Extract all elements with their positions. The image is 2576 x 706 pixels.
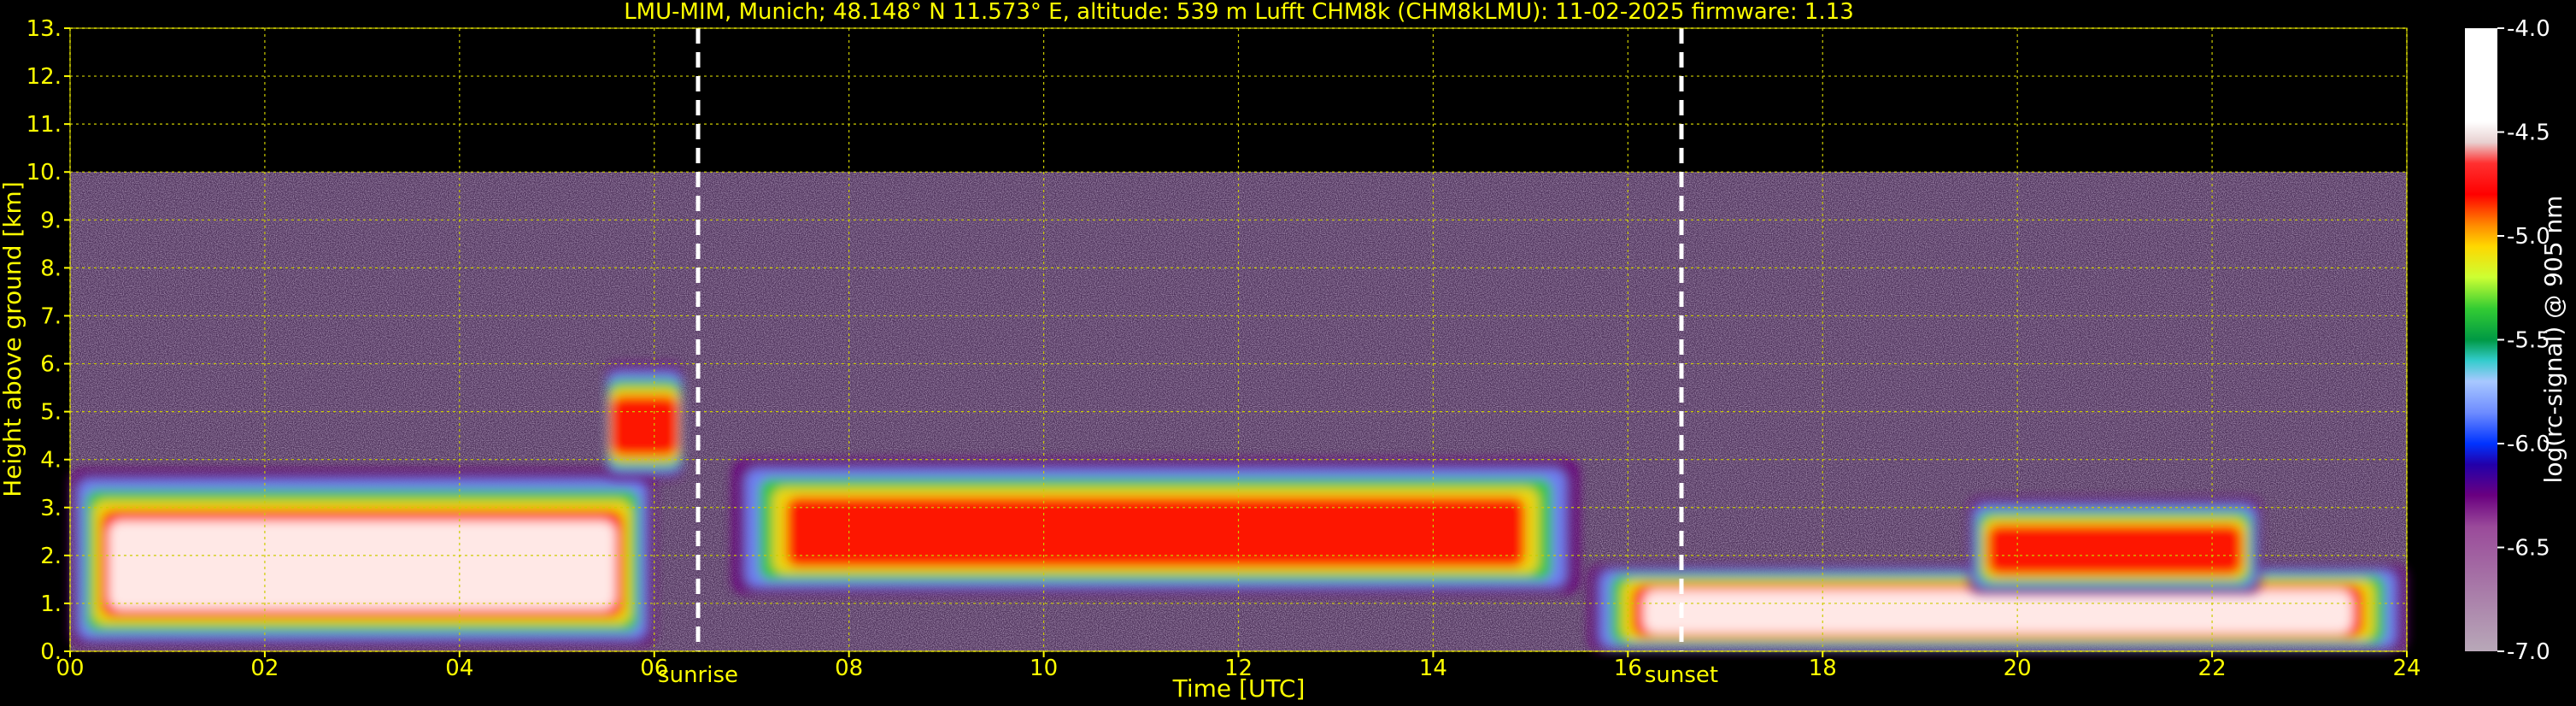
y-tick-label: 2. <box>40 544 62 569</box>
chart-title: LMU-MIM, Munich; 48.148° N 11.573° E, al… <box>624 0 1854 25</box>
annotation-label-sunrise: sunrise <box>658 662 738 688</box>
feature-band <box>1987 524 2243 575</box>
x-tick-label: 24 <box>2392 656 2421 681</box>
y-tick-label: 8. <box>40 256 62 281</box>
x-tick-label: 16 <box>1614 656 1642 681</box>
y-tick-label: 12. <box>26 64 62 90</box>
feature-boundary-layer-morning <box>70 468 654 647</box>
feature-aerosol-layer-day <box>731 459 1580 594</box>
x-tick-label: 18 <box>1809 656 1837 681</box>
ceilometer-chart: LMU-MIM, Munich; 48.148° N 11.573° E, al… <box>0 0 2567 703</box>
x-tick-label: 04 <box>445 656 473 681</box>
y-tick-label: 7. <box>40 303 62 329</box>
y-tick-label: 6. <box>40 352 62 378</box>
y-tick-label: 9. <box>40 208 62 233</box>
y-tick-label: 10. <box>26 160 62 185</box>
colorbar-tick-label: -4.0 <box>2507 16 2550 42</box>
feature-plume-0530 <box>605 363 684 479</box>
y-tick-label: 11. <box>26 112 62 138</box>
colorbar-label: log(rc-signal) @ 905 nm <box>2539 196 2567 484</box>
x-tick-label: 02 <box>250 656 279 681</box>
colorbar-tick-label: -7.0 <box>2507 639 2550 665</box>
feature-band <box>610 396 679 456</box>
x-tick-label: 14 <box>1419 656 1447 681</box>
colorbar-tick-label: -6.5 <box>2507 536 2550 562</box>
colorbar-gradient <box>2465 28 2497 651</box>
x-tick-label: 10 <box>1030 656 1058 681</box>
feature-band <box>1643 590 2353 633</box>
y-tick-label: 5. <box>40 400 62 426</box>
y-axis-label: Height above ground [km] <box>0 181 26 497</box>
annotation-label-sunset: sunset <box>1645 662 1718 688</box>
colorbar-tick-label: -4.5 <box>2507 121 2550 146</box>
y-tick-label: 1. <box>40 591 62 617</box>
y-tick-label: 3. <box>40 496 62 521</box>
y-tick-label: 4. <box>40 448 62 474</box>
y-axis-ticks: 0. 1. 2. 3. 4. 5. 6. 7. 8. 9. 10. 11. 12. 13. <box>26 16 70 665</box>
y-tick-label: 13. <box>26 16 62 42</box>
x-tick-label: 22 <box>2198 656 2227 681</box>
feature-elevated-layer-evening <box>1969 497 2262 594</box>
feature-band <box>109 521 616 610</box>
x-axis-label: Time [UTC] <box>1172 674 1306 703</box>
colorbar: -4.0-4.5-5.0-5.5-6.0-6.5-7.0 <box>2465 16 2550 665</box>
plot-area <box>69 27 2408 652</box>
x-tick-label: 08 <box>835 656 863 681</box>
y-tick-label: 0. <box>40 639 62 665</box>
x-tick-label: 20 <box>2004 656 2032 681</box>
